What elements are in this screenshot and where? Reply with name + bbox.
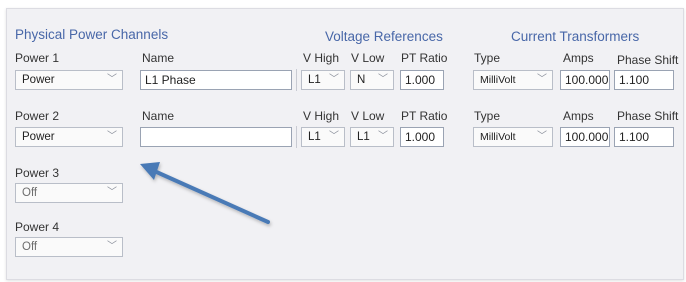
- annotation-arrow-icon: [140, 162, 270, 224]
